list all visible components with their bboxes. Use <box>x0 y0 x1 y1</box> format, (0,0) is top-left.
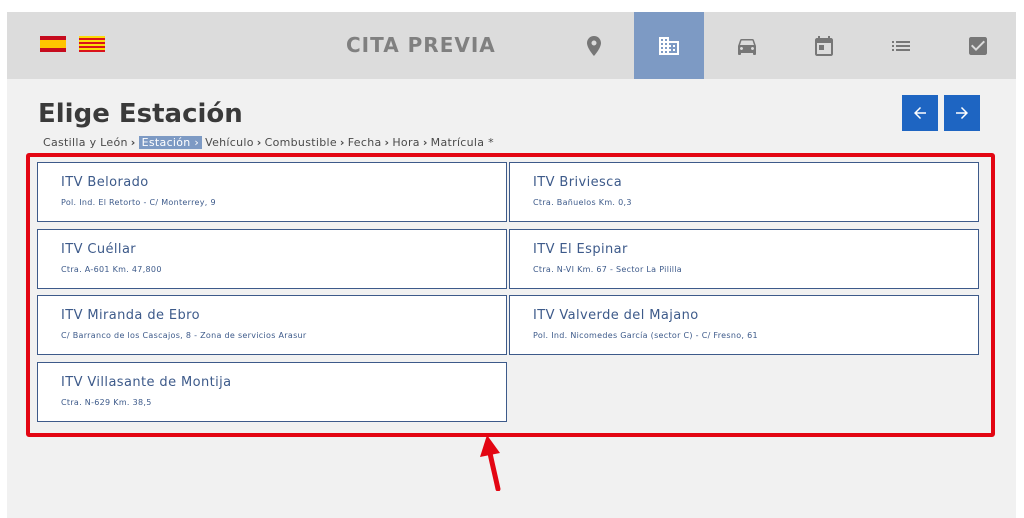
breadcrumb-item-fuel[interactable]: Combustible <box>265 136 337 149</box>
nav-location[interactable] <box>559 12 629 79</box>
location-pin-icon <box>587 35 601 56</box>
app-title: CITA PREVIA <box>346 33 496 57</box>
car-icon <box>738 38 756 55</box>
red-arrow-up-icon <box>480 435 501 491</box>
nav-vehicle[interactable] <box>712 12 782 79</box>
station-address: Pol. Ind. Nicomedes García (sector C) - … <box>533 331 758 340</box>
station-card[interactable]: ITV Briviesca Ctra. Bañuelos Km. 0,3 <box>509 162 979 222</box>
arrow-left-icon <box>914 107 926 119</box>
station-name: ITV Belorado <box>61 175 149 190</box>
app-panel: CITA PREVIA Elige Estación Castilla y Le… <box>7 12 1016 518</box>
prev-button[interactable] <box>902 95 938 131</box>
station-card[interactable]: ITV Belorado Pol. Ind. El Retorto - C/ M… <box>37 162 507 222</box>
nav-list[interactable] <box>866 12 936 79</box>
nav-date[interactable] <box>789 12 859 79</box>
list-icon <box>892 40 910 51</box>
checkbox-icon <box>969 36 987 55</box>
station-address: Ctra. N-VI Km. 67 - Sector La Pililla <box>533 265 682 274</box>
breadcrumb-item-time[interactable]: Hora <box>392 136 419 149</box>
station-card[interactable]: ITV Villasante de Montija Ctra. N-629 Km… <box>37 362 507 422</box>
station-name: ITV Valverde del Majano <box>533 308 699 323</box>
building-icon <box>659 36 679 55</box>
station-name: ITV Briviesca <box>533 175 623 190</box>
station-card[interactable]: ITV Miranda de Ebro C/ Barranco de los C… <box>37 295 507 355</box>
station-address: Ctra. A-601 Km. 47,800 <box>61 265 162 274</box>
station-address: Ctra. N-629 Km. 38,5 <box>61 398 152 407</box>
breadcrumb-item-region[interactable]: Castilla y León <box>43 136 128 149</box>
station-address: Pol. Ind. El Retorto - C/ Monterrey, 9 <box>61 198 216 207</box>
station-name: ITV Cuéllar <box>61 242 137 257</box>
nav-station[interactable] <box>634 12 704 79</box>
calendar-icon <box>815 35 833 56</box>
spain-flag-icon[interactable] <box>40 36 66 52</box>
breadcrumb-item-plate[interactable]: Matrícula * <box>431 136 494 149</box>
station-name: ITV Villasante de Montija <box>61 375 232 390</box>
top-bar: CITA PREVIA <box>7 12 1016 79</box>
next-button[interactable] <box>944 95 980 131</box>
breadcrumb: Castilla y León › Estación › Vehículo › Combu… <box>43 136 494 149</box>
station-card[interactable]: ITV Valverde del Majano Pol. Ind. Nicome… <box>509 295 979 355</box>
nav-confirm[interactable] <box>943 12 1013 79</box>
station-name: ITV Miranda de Ebro <box>61 308 200 323</box>
breadcrumb-separator: › <box>130 136 136 149</box>
station-name: ITV El Espinar <box>533 242 628 257</box>
breadcrumb-item-station[interactable]: Estación › <box>138 136 203 149</box>
arrow-right-icon <box>956 107 968 119</box>
breadcrumb-item-date[interactable]: Fecha <box>348 136 382 149</box>
station-address: Ctra. Bañuelos Km. 0,3 <box>533 198 632 207</box>
breadcrumb-item-vehicle[interactable]: Vehículo <box>205 136 254 149</box>
page-title: Elige Estación <box>38 99 243 129</box>
catalonia-flag-icon[interactable] <box>79 36 105 52</box>
station-card[interactable]: ITV Cuéllar Ctra. A-601 Km. 47,800 <box>37 229 507 289</box>
station-address: C/ Barranco de los Cascajos, 8 - Zona de… <box>61 331 307 340</box>
station-card[interactable]: ITV El Espinar Ctra. N-VI Km. 67 - Secto… <box>509 229 979 289</box>
